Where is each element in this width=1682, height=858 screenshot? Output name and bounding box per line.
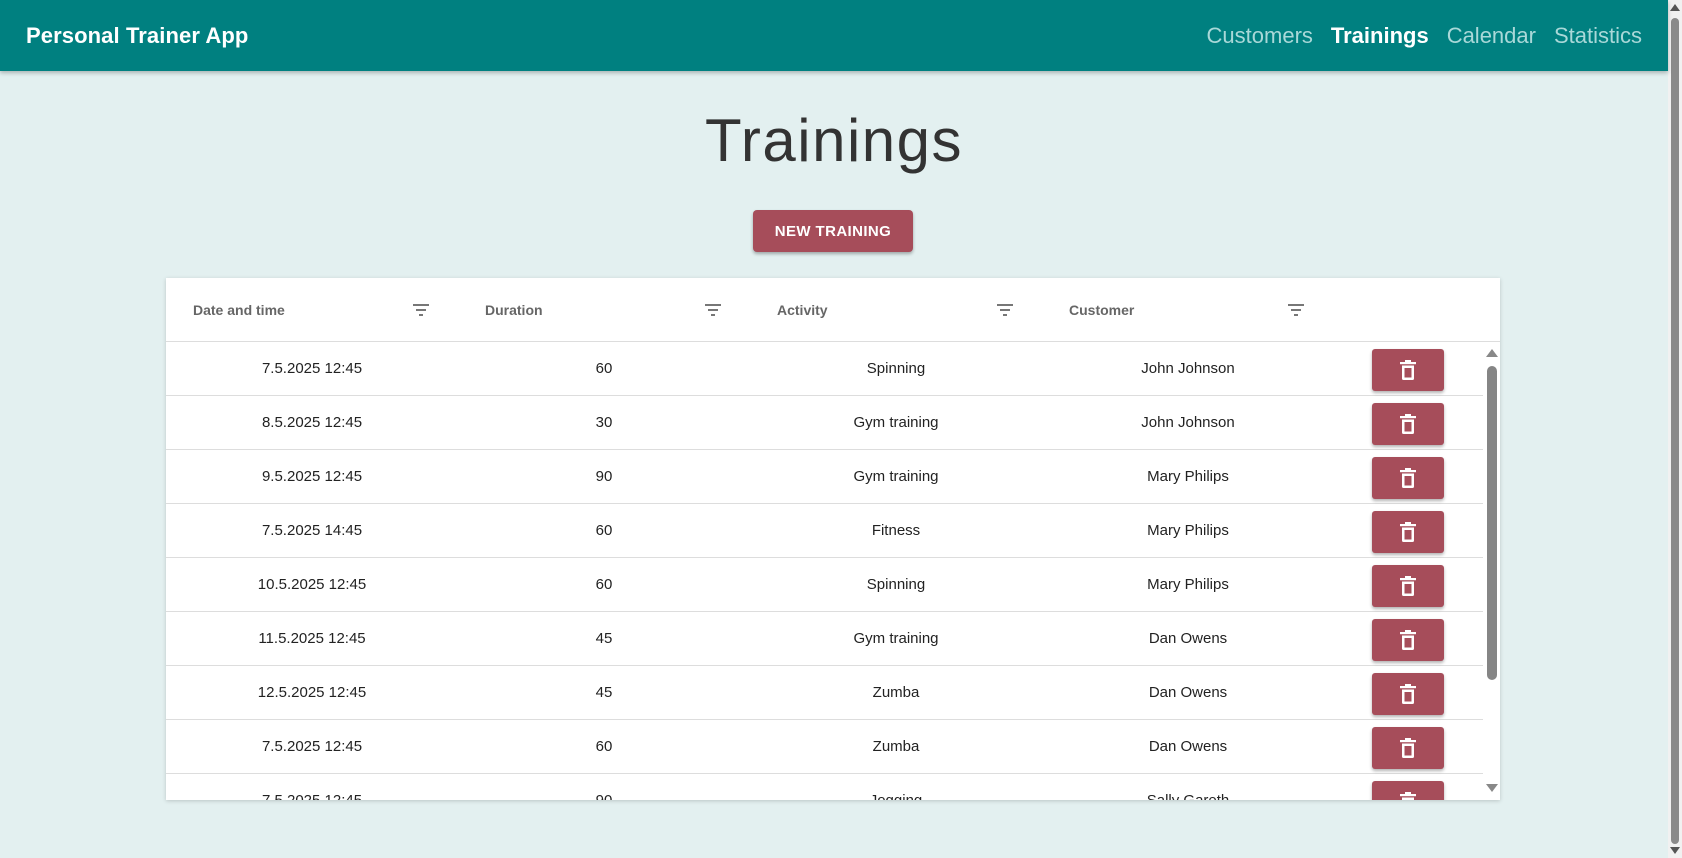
cell-customer: Dan Owens bbox=[1148, 684, 1228, 701]
new-training-button[interactable]: NEW TRAINING bbox=[753, 210, 913, 252]
delete-training-button[interactable] bbox=[1372, 457, 1444, 499]
nav-trainings[interactable]: Trainings bbox=[1331, 23, 1429, 49]
table-row[interactable]: 7.5.2025 12:4590JoggingSally Gareth bbox=[166, 774, 1483, 800]
page-scrollbar[interactable] bbox=[1668, 0, 1682, 858]
cell-duration: 90 bbox=[595, 468, 613, 485]
cell-duration: 45 bbox=[595, 630, 613, 647]
cell-date: 12.5.2025 12:45 bbox=[257, 684, 367, 701]
cell-customer: Sally Gareth bbox=[1042, 774, 1334, 800]
trash-icon bbox=[1399, 522, 1417, 542]
column-header-customer[interactable]: Customer bbox=[1069, 278, 1134, 341]
scroll-up-arrow-icon[interactable] bbox=[1486, 349, 1498, 357]
table-scrollbar-thumb[interactable] bbox=[1487, 366, 1497, 680]
cell-date: 9.5.2025 12:45 bbox=[261, 468, 363, 485]
cell-date: 10.5.2025 12:45 bbox=[257, 576, 367, 593]
filter-icon[interactable] bbox=[1288, 303, 1304, 317]
main-nav: Customers Trainings Calendar Statistics bbox=[1189, 23, 1642, 49]
cell-date: 11.5.2025 12:45 bbox=[258, 630, 366, 647]
delete-training-button[interactable] bbox=[1372, 673, 1444, 715]
page-title: Trainings bbox=[704, 107, 964, 174]
page-scroll-up-icon[interactable] bbox=[1670, 4, 1680, 11]
app-bar: Personal Trainer App Customers Trainings… bbox=[0, 0, 1668, 71]
delete-training-button[interactable] bbox=[1372, 403, 1444, 445]
table-row[interactable]: 11.5.2025 12:45 45 Gym training Dan Owens bbox=[166, 612, 1483, 666]
table-row[interactable]: 7.5.2025 12:45 60 Zumba Dan Owens bbox=[166, 720, 1483, 774]
table-row[interactable]: 10.5.2025 12:45 60 Spinning Mary Philips bbox=[166, 558, 1483, 612]
app-title: Personal Trainer App bbox=[26, 22, 249, 48]
trash-icon bbox=[1399, 630, 1417, 650]
cell-customer: Mary Philips bbox=[1147, 576, 1229, 593]
cell-date: 7.5.2025 12:45 bbox=[261, 738, 363, 755]
cell-date: 7.5.2025 12:45 bbox=[261, 360, 363, 377]
column-header-duration[interactable]: Duration bbox=[485, 278, 543, 341]
cell-customer: John Johnson bbox=[1141, 360, 1235, 377]
table-row[interactable]: 8.5.2025 12:45 30 Gym training John Johnson bbox=[166, 396, 1483, 450]
table-body: 7.5.2025 12:45 60 Spinning John Johnson 8.5.… bbox=[166, 342, 1483, 800]
cell-customer: Mary Philips bbox=[1147, 468, 1229, 485]
delete-training-button[interactable] bbox=[1372, 511, 1444, 553]
delete-training-button[interactable] bbox=[1372, 781, 1444, 800]
trash-icon bbox=[1399, 414, 1417, 434]
trash-icon bbox=[1399, 360, 1417, 380]
cell-customer: Dan Owens bbox=[1148, 630, 1228, 647]
cell-activity: Fitness bbox=[871, 522, 921, 539]
cell-duration: 45 bbox=[595, 684, 613, 701]
table-row[interactable]: 12.5.2025 12:45 45 Zumba Dan Owens bbox=[166, 666, 1483, 720]
cell-duration: 30 bbox=[595, 414, 613, 431]
cell-customer: Dan Owens bbox=[1148, 738, 1228, 755]
nav-calendar[interactable]: Calendar bbox=[1447, 23, 1536, 49]
cell-activity: Spinning bbox=[866, 360, 926, 377]
trash-icon bbox=[1399, 576, 1417, 596]
trash-icon bbox=[1399, 792, 1417, 800]
table-row[interactable]: 7.5.2025 14:45 60 Fitness Mary Philips bbox=[166, 504, 1483, 558]
cell-duration: 90 bbox=[458, 774, 750, 800]
cell-date: 7.5.2025 14:45 bbox=[261, 522, 363, 539]
cell-activity: Gym training bbox=[853, 414, 939, 431]
page-scroll-down-icon[interactable] bbox=[1670, 847, 1680, 854]
table-header: Date and time Duration Activity Customer bbox=[166, 278, 1500, 342]
cell-activity: Jogging bbox=[750, 774, 1042, 800]
trainings-table: Date and time Duration Activity Customer… bbox=[166, 278, 1500, 800]
page-scrollbar-thumb[interactable] bbox=[1671, 18, 1679, 844]
cell-duration: 60 bbox=[595, 576, 613, 593]
filter-icon[interactable] bbox=[997, 303, 1013, 317]
cell-duration: 60 bbox=[595, 738, 613, 755]
filter-icon[interactable] bbox=[413, 303, 429, 317]
trash-icon bbox=[1399, 738, 1417, 758]
cell-activity: Gym training bbox=[853, 630, 939, 647]
delete-training-button[interactable] bbox=[1372, 349, 1444, 391]
cell-customer: Mary Philips bbox=[1147, 522, 1229, 539]
filter-icon[interactable] bbox=[705, 303, 721, 317]
column-header-date[interactable]: Date and time bbox=[193, 278, 285, 341]
scroll-down-arrow-icon[interactable] bbox=[1486, 784, 1498, 792]
nav-statistics[interactable]: Statistics bbox=[1554, 23, 1642, 49]
column-header-activity[interactable]: Activity bbox=[777, 278, 828, 341]
cell-activity: Zumba bbox=[872, 684, 920, 701]
table-row[interactable]: 7.5.2025 12:45 60 Spinning John Johnson bbox=[166, 342, 1483, 396]
cell-activity: Gym training bbox=[853, 468, 939, 485]
cell-date: 7.5.2025 12:45 bbox=[166, 774, 458, 800]
table-row[interactable]: 9.5.2025 12:45 90 Gym training Mary Philips bbox=[166, 450, 1483, 504]
cell-duration: 60 bbox=[595, 360, 613, 377]
delete-training-button[interactable] bbox=[1372, 727, 1444, 769]
nav-customers[interactable]: Customers bbox=[1207, 23, 1313, 49]
delete-training-button[interactable] bbox=[1372, 565, 1444, 607]
table-scrollbar[interactable] bbox=[1483, 342, 1500, 800]
cell-activity: Spinning bbox=[866, 576, 926, 593]
cell-date: 8.5.2025 12:45 bbox=[261, 414, 363, 431]
trash-icon bbox=[1399, 684, 1417, 704]
trash-icon bbox=[1399, 468, 1417, 488]
cell-customer: John Johnson bbox=[1141, 414, 1235, 431]
delete-training-button[interactable] bbox=[1372, 619, 1444, 661]
cell-duration: 60 bbox=[595, 522, 613, 539]
cell-activity: Zumba bbox=[872, 738, 920, 755]
